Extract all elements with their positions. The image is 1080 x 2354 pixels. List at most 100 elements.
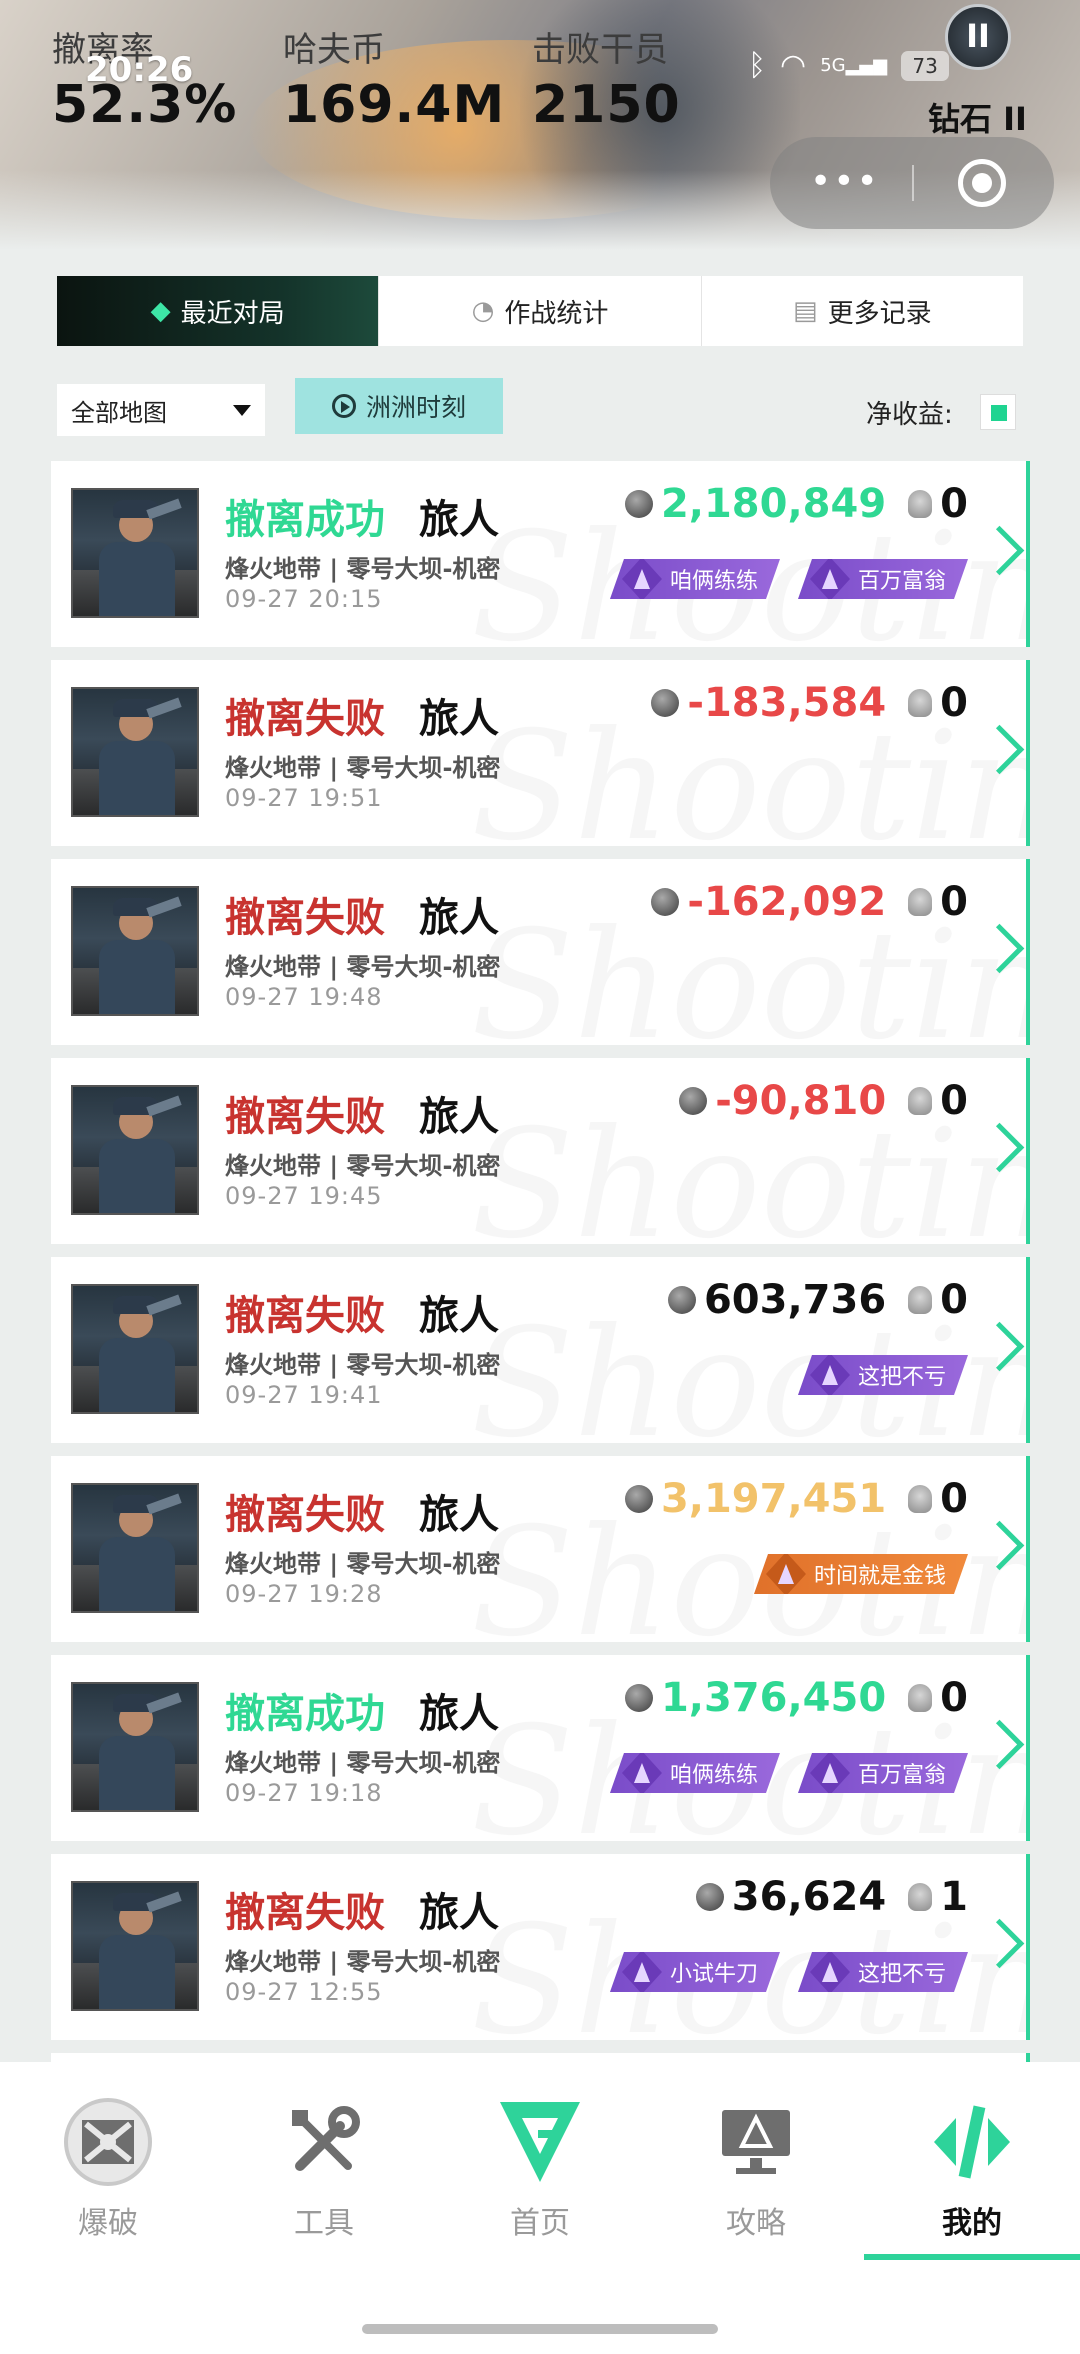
status-bar-clock: 20:26: [85, 50, 194, 90]
extraction-status: 撤离成功: [225, 1691, 385, 1737]
moments-button[interactable]: 洲洲时刻: [295, 378, 503, 434]
home-indicator[interactable]: [362, 2324, 718, 2334]
kill-count: 0: [940, 1675, 968, 1721]
battery-icon: 73: [901, 50, 950, 81]
nav-profile[interactable]: 我的: [864, 2096, 1080, 2242]
map-filter-value: 全部地图: [71, 398, 167, 427]
income-amount: 36,624: [731, 1874, 887, 1920]
kill-count: 0: [940, 1277, 968, 1323]
bottom-navigation: 爆破 工具 首页 攻略 我的: [0, 2062, 1080, 2354]
nav-label: 首页: [510, 2206, 570, 2241]
stat-label: 击败干员: [532, 30, 668, 70]
badge-emblem-icon: [622, 557, 662, 601]
rank-emblem-icon: II: [945, 4, 1011, 70]
badge-label: 咱俩练练: [669, 569, 758, 594]
chevron-right-icon[interactable]: [982, 527, 1012, 577]
match-card[interactable]: Shooting撤离成功旅人烽火地带 | 零号大坝-机密09-27 19:181…: [51, 1655, 1030, 1841]
operator-avatar: [71, 1483, 199, 1613]
extraction-status: 撤离失败: [225, 1492, 385, 1538]
skull-icon: [908, 1883, 933, 1911]
chevron-right-icon[interactable]: [982, 726, 1012, 776]
net-income-label: 净收益:: [866, 400, 953, 430]
capsule-divider: [912, 165, 914, 201]
badge-row: 咱俩练练 百万富翁: [610, 559, 968, 599]
signal-icon: 5G▂▄▆: [820, 55, 888, 76]
match-time: 09-27 20:15: [225, 585, 383, 613]
chevron-right-icon[interactable]: [982, 925, 1012, 975]
match-income: 3,197,451 0: [624, 1476, 968, 1522]
tab-recent-matches[interactable]: ◆ 最近对局: [57, 276, 380, 346]
coin-icon: [667, 1286, 696, 1314]
match-card[interactable]: Shooting撤离失败旅人烽火地带 | 零号大坝-机密09-27 19:45-…: [51, 1058, 1030, 1244]
caret-down-icon: [233, 404, 251, 416]
net-income-checkbox[interactable]: [980, 394, 1016, 430]
player-name: 旅人: [419, 1691, 499, 1737]
extraction-status: 撤离失败: [225, 895, 385, 941]
income-amount: 603,736: [703, 1277, 887, 1323]
chevron-right-icon[interactable]: [982, 1124, 1012, 1174]
match-time: 09-27 12:55: [225, 1978, 383, 2006]
bluetooth-icon: ᛒ: [748, 48, 766, 83]
player-name: 旅人: [419, 895, 499, 941]
tab-label: 作战统计: [504, 298, 609, 329]
badge-emblem-icon: [622, 1950, 662, 1994]
badge-emblem-icon: [622, 1751, 662, 1795]
chevron-right-icon[interactable]: [982, 1920, 1012, 1970]
home-logo-icon: [494, 2096, 586, 2188]
match-time: 09-27 19:41: [225, 1381, 383, 1409]
achievement-badge: 这把不亏: [798, 1355, 968, 1395]
badge-emblem-icon: [766, 1552, 806, 1596]
badge-row: 小试牛刀 这把不亏: [610, 1952, 968, 1992]
tab-battle-stats[interactable]: ◔ 作战统计: [379, 276, 702, 346]
nav-tools[interactable]: 工具: [216, 2096, 432, 2242]
match-income: -162,092 0: [651, 879, 968, 925]
record-tabs: ◆ 最近对局 ◔ 作战统计 ▤ 更多记录: [57, 276, 1023, 346]
extraction-status: 撤离失败: [225, 1890, 385, 1936]
match-time: 09-27 19:45: [225, 1182, 383, 1210]
badge-label: 这把不亏: [857, 1962, 946, 1987]
badge-label: 时间就是金钱: [813, 1564, 946, 1589]
extraction-status: 撤离失败: [225, 696, 385, 742]
skull-icon: [908, 490, 933, 518]
match-card[interactable]: Shooting撤离失败旅人烽火地带 | 零号大坝-机密09-27 19:51-…: [51, 660, 1030, 846]
badge-row: 这把不亏: [798, 1355, 968, 1395]
coin-icon: [651, 689, 680, 717]
income-amount: 2,180,849: [660, 481, 887, 527]
match-time: 09-27 19:28: [225, 1580, 383, 1608]
skull-icon: [908, 1087, 933, 1115]
nav-home[interactable]: 首页: [432, 2096, 648, 2242]
chevron-right-icon[interactable]: [982, 1522, 1012, 1572]
match-card[interactable]: Shooting撤离失败旅人烽火地带 | 零号大坝-机密09-27 19:48-…: [51, 859, 1030, 1045]
operator-avatar: [71, 1682, 199, 1812]
map-filter-dropdown[interactable]: 全部地图: [57, 384, 265, 436]
match-income: 36,624 1: [695, 1874, 968, 1920]
chevron-right-icon[interactable]: [982, 1721, 1012, 1771]
match-card[interactable]: Shooting撤离失败旅人烽火地带 | 零号大坝-机密09-27 19:283…: [51, 1456, 1030, 1642]
operator-avatar: [71, 886, 199, 1016]
badge-emblem-icon: [810, 1950, 850, 1994]
gamepad-icon: ◆: [150, 296, 171, 326]
nav-guide[interactable]: 攻略: [648, 2096, 864, 2242]
match-time: 09-27 19:18: [225, 1779, 383, 1807]
nav-label: 工具: [294, 2206, 354, 2241]
miniprogram-capsule: •••: [770, 137, 1054, 229]
demolition-icon: [62, 2096, 154, 2188]
player-name: 旅人: [419, 696, 499, 742]
kill-count: 0: [940, 879, 968, 925]
nav-demolition[interactable]: 爆破: [0, 2096, 216, 2242]
close-target-icon[interactable]: [958, 159, 1006, 207]
mode-map: 烽火地带 | 零号大坝-机密: [225, 754, 501, 782]
nav-label: 我的: [942, 2206, 1002, 2241]
kill-count: 0: [940, 1078, 968, 1124]
extraction-status: 撤离成功: [225, 497, 385, 543]
achievement-badge: 百万富翁: [798, 1753, 968, 1793]
skull-icon: [908, 1286, 933, 1314]
chevron-right-icon[interactable]: [982, 1323, 1012, 1373]
more-menu-icon[interactable]: •••: [810, 161, 880, 202]
match-card[interactable]: Shooting撤离失败旅人烽火地带 | 零号大坝-机密09-27 19:416…: [51, 1257, 1030, 1443]
match-income: 1,376,450 0: [624, 1675, 968, 1721]
tab-more-records[interactable]: ▤ 更多记录: [702, 276, 1023, 346]
match-card[interactable]: Shooting撤离失败旅人烽火地带 | 零号大坝-机密09-27 12:553…: [51, 1854, 1030, 2040]
match-card[interactable]: Shooting撤离成功旅人烽火地带 | 零号大坝-机密09-27 20:152…: [51, 461, 1030, 647]
mode-map: 烽火地带 | 零号大坝-机密: [225, 953, 501, 981]
